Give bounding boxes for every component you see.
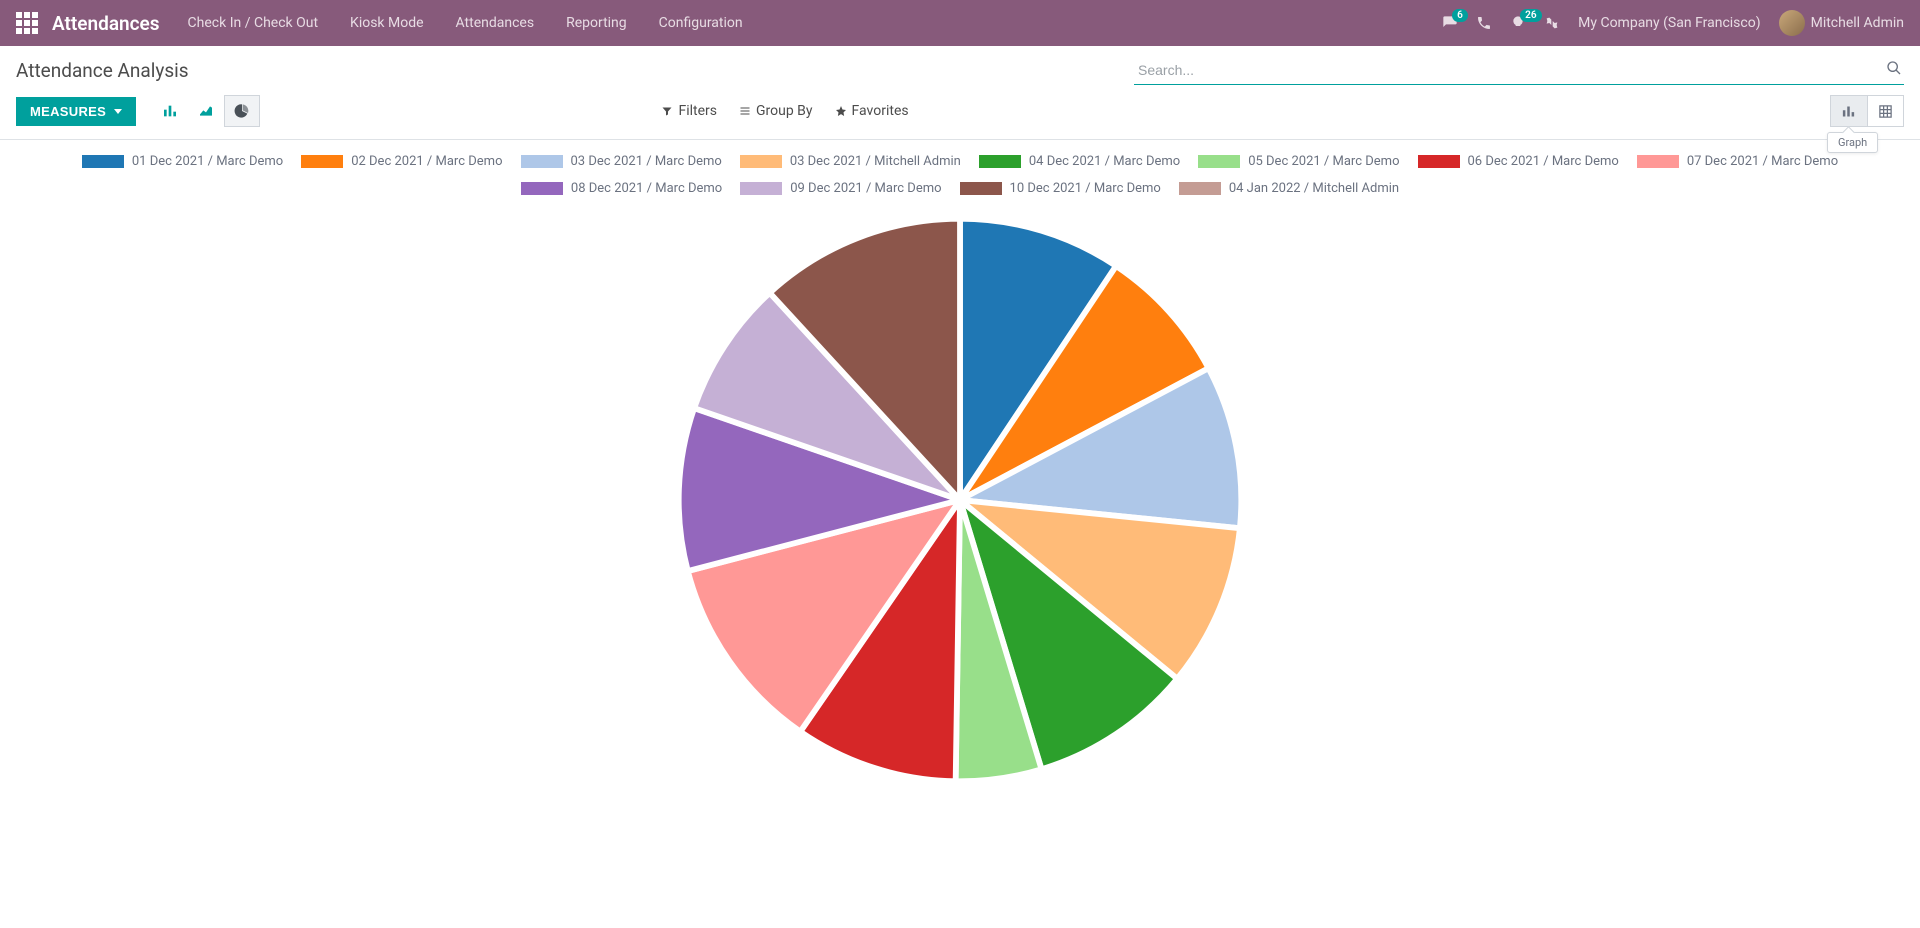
- legend-swatch: [1179, 182, 1221, 195]
- legend-item[interactable]: 03 Dec 2021 / Marc Demo: [521, 154, 722, 169]
- legend-label: 05 Dec 2021 / Marc Demo: [1248, 154, 1399, 169]
- legend-item[interactable]: 10 Dec 2021 / Marc Demo: [960, 181, 1161, 196]
- chart-area: [0, 206, 1920, 790]
- user-menu[interactable]: Mitchell Admin: [1779, 10, 1904, 36]
- legend-swatch: [521, 182, 563, 195]
- legend-label: 10 Dec 2021 / Marc Demo: [1010, 181, 1161, 196]
- page-title: Attendance Analysis: [16, 59, 189, 82]
- graph-tooltip: Graph: [1827, 132, 1878, 153]
- legend-swatch: [521, 155, 563, 168]
- chevron-down-icon: [114, 109, 122, 114]
- apps-icon[interactable]: [16, 12, 38, 34]
- legend-item[interactable]: 06 Dec 2021 / Marc Demo: [1418, 154, 1619, 169]
- bar-chart-button[interactable]: [152, 95, 188, 127]
- tool-row: MEASURES Filters Group By Favorites: [0, 89, 1920, 140]
- menu-configuration[interactable]: Configuration: [659, 15, 743, 31]
- legend-swatch: [979, 155, 1021, 168]
- chart-legend: 01 Dec 2021 / Marc Demo 02 Dec 2021 / Mar…: [0, 140, 1920, 206]
- pie-chart-button[interactable]: [224, 95, 260, 127]
- search-options: Filters Group By Favorites: [661, 103, 1428, 119]
- filters-label: Filters: [678, 103, 717, 119]
- chart-type-group: [152, 95, 260, 127]
- measures-label: MEASURES: [30, 104, 106, 119]
- legend-item[interactable]: 01 Dec 2021 / Marc Demo: [82, 154, 283, 169]
- legend-item[interactable]: 03 Dec 2021 / Mitchell Admin: [740, 154, 961, 169]
- activities-icon[interactable]: 26: [1510, 15, 1526, 31]
- graph-view-button[interactable]: [1831, 96, 1867, 126]
- debug-icon[interactable]: [1544, 15, 1560, 31]
- pie-chart: [670, 210, 1250, 790]
- user-name: Mitchell Admin: [1811, 15, 1904, 31]
- menu-attendances[interactable]: Attendances: [456, 15, 535, 31]
- legend-swatch: [740, 182, 782, 195]
- legend-label: 08 Dec 2021 / Marc Demo: [571, 181, 722, 196]
- legend-item[interactable]: 09 Dec 2021 / Marc Demo: [740, 181, 941, 196]
- legend-label: 03 Dec 2021 / Mitchell Admin: [790, 154, 961, 169]
- pivot-view-button[interactable]: [1867, 96, 1903, 126]
- legend-label: 07 Dec 2021 / Marc Demo: [1687, 154, 1838, 169]
- messages-badge: 6: [1452, 9, 1468, 22]
- legend-swatch: [740, 155, 782, 168]
- measures-button[interactable]: MEASURES: [16, 97, 136, 126]
- search-input[interactable]: [1134, 56, 1904, 85]
- company-selector[interactable]: My Company (San Francisco): [1578, 15, 1760, 31]
- phone-icon[interactable]: [1476, 15, 1492, 31]
- legend-swatch: [1198, 155, 1240, 168]
- legend-label: 01 Dec 2021 / Marc Demo: [132, 154, 283, 169]
- legend-swatch: [960, 182, 1002, 195]
- legend-item[interactable]: 08 Dec 2021 / Marc Demo: [521, 181, 722, 196]
- view-switcher: Graph: [1830, 95, 1904, 127]
- avatar: [1779, 10, 1805, 36]
- groupby-label: Group By: [756, 103, 813, 119]
- legend-label: 06 Dec 2021 / Marc Demo: [1468, 154, 1619, 169]
- legend-item[interactable]: 07 Dec 2021 / Marc Demo: [1637, 154, 1838, 169]
- menu-kiosk-mode[interactable]: Kiosk Mode: [350, 15, 424, 31]
- messages-icon[interactable]: 6: [1442, 15, 1458, 31]
- top-navbar: Attendances Check In / Check Out Kiosk M…: [0, 0, 1920, 46]
- legend-swatch: [301, 155, 343, 168]
- main-menu: Check In / Check Out Kiosk Mode Attendan…: [188, 15, 743, 31]
- legend-label: 04 Dec 2021 / Marc Demo: [1029, 154, 1180, 169]
- menu-reporting[interactable]: Reporting: [566, 15, 627, 31]
- filters-button[interactable]: Filters: [661, 103, 717, 119]
- favorites-button[interactable]: Favorites: [835, 103, 909, 119]
- app-title: Attendances: [52, 12, 160, 35]
- line-chart-button[interactable]: [188, 95, 224, 127]
- groupby-button[interactable]: Group By: [739, 103, 813, 119]
- favorites-label: Favorites: [852, 103, 909, 119]
- control-bar: Attendance Analysis: [0, 46, 1920, 89]
- legend-label: 09 Dec 2021 / Marc Demo: [790, 181, 941, 196]
- legend-item[interactable]: 04 Dec 2021 / Marc Demo: [979, 154, 1180, 169]
- search-icon[interactable]: [1886, 60, 1902, 80]
- legend-item[interactable]: 05 Dec 2021 / Marc Demo: [1198, 154, 1399, 169]
- legend-item[interactable]: 04 Jan 2022 / Mitchell Admin: [1179, 181, 1399, 196]
- legend-swatch: [82, 155, 124, 168]
- legend-item[interactable]: 02 Dec 2021 / Marc Demo: [301, 154, 502, 169]
- menu-check-in-out[interactable]: Check In / Check Out: [188, 15, 318, 31]
- legend-label: 04 Jan 2022 / Mitchell Admin: [1229, 181, 1399, 196]
- activities-badge: 26: [1520, 9, 1541, 22]
- legend-label: 02 Dec 2021 / Marc Demo: [351, 154, 502, 169]
- legend-swatch: [1418, 155, 1460, 168]
- legend-label: 03 Dec 2021 / Marc Demo: [571, 154, 722, 169]
- legend-swatch: [1637, 155, 1679, 168]
